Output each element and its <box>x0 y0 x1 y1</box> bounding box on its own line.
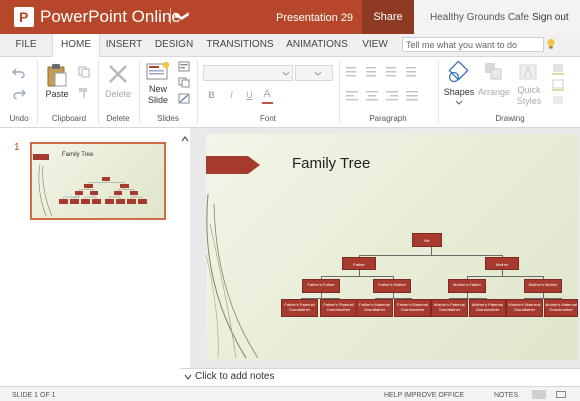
tree-node-father[interactable]: Father <box>342 257 376 270</box>
notes-pane: Click to add notes <box>180 368 580 387</box>
tree-connector <box>359 255 502 256</box>
tree-node-grandparent[interactable]: Father's Mother <box>373 279 411 293</box>
user-name[interactable]: Healthy Grounds Cafe <box>430 12 529 23</box>
group-label-slides: Slides <box>157 114 179 123</box>
tree-connector <box>321 276 393 277</box>
group-label-clipboard: Clipboard <box>51 114 87 123</box>
group-label-undo: Undo <box>9 114 29 123</box>
group-label-delete: Delete <box>106 114 130 123</box>
tab-transitions[interactable]: TRANSITIONS <box>206 34 274 56</box>
user-bar: Healthy Grounds Cafe Sign out <box>414 0 580 34</box>
group-label-font: Font <box>259 114 276 123</box>
ribbon: Undo Paste Clipboard Delete Delete New S… <box>0 57 580 128</box>
thumbnail-number: 1 <box>14 142 20 153</box>
slide-sorter-icon[interactable] <box>556 391 566 398</box>
normal-view-icon[interactable] <box>532 390 546 399</box>
tab-insert[interactable]: INSERT <box>102 34 146 56</box>
quick-styles-label-2[interactable]: Styles <box>512 96 546 106</box>
app-name[interactable]: PowerPoint Online <box>40 7 181 27</box>
help-improve-link[interactable]: HELP IMPROVE OFFICE <box>384 392 464 399</box>
tree-node-grandparent[interactable]: Father's Father <box>302 279 340 293</box>
lightbulb-icon[interactable] <box>546 38 556 50</box>
italic-button[interactable]: I <box>227 90 236 100</box>
arrange-icon[interactable] <box>483 61 505 83</box>
tree-node-great-grandparent[interactable]: Father's Maternal Grandmother <box>394 299 431 317</box>
tree-node-grandparent[interactable]: Mother's Mother <box>524 279 562 293</box>
new-slide-icon[interactable] <box>146 61 170 81</box>
tree-node-great-grandparent[interactable]: Mother's Paternal Grandfather <box>431 299 468 317</box>
shapes-icon[interactable] <box>447 61 471 83</box>
tree-node-grandparent[interactable]: Mother's Father <box>448 279 486 293</box>
powerpoint-logo-icon[interactable]: P <box>14 7 34 27</box>
hide-slide-icon[interactable] <box>178 93 190 104</box>
pane-divider <box>180 128 190 386</box>
tab-animations[interactable]: ANIMATIONS <box>284 34 350 56</box>
group-label-drawing: Drawing <box>495 114 525 123</box>
tree-node-great-grandparent[interactable]: Mother's Maternal Grandfather <box>506 299 543 317</box>
document-title[interactable]: Presentation 29 <box>276 12 353 24</box>
slide-editor-area: Family Tree Me Father Mother Father's Fa… <box>190 128 580 368</box>
scroll-up-icon[interactable] <box>181 136 189 142</box>
ribbon-divider <box>98 61 99 123</box>
quick-styles-label-1[interactable]: Quick <box>512 85 546 95</box>
font-color-button[interactable]: A <box>262 88 272 100</box>
tab-design[interactable]: DESIGN <box>152 34 196 56</box>
tree-connector <box>431 247 432 255</box>
app-menu-chevron-icon[interactable]: ❯ <box>170 8 191 24</box>
paste-icon[interactable] <box>46 63 68 87</box>
new-slide-label-2[interactable]: Slide <box>142 95 174 105</box>
copy-icon[interactable] <box>78 66 90 78</box>
font-color-swatch <box>262 102 273 104</box>
tree-connector <box>467 276 543 277</box>
title-arrow-icon <box>206 156 260 174</box>
quick-styles-icon[interactable] <box>518 61 540 83</box>
ribbon-divider <box>438 61 439 123</box>
status-bar: SLIDE 1 OF 1 HELP IMPROVE OFFICE NOTES <box>0 386 580 401</box>
tree-node-great-grandparent[interactable]: Father's Paternal Grandmother <box>320 299 357 317</box>
slide-count: SLIDE 1 OF 1 <box>12 392 56 399</box>
tree-node-great-grandparent[interactable]: Mother's Paternal Grandmother <box>469 299 506 317</box>
arrange-label[interactable]: Arrange <box>476 87 512 97</box>
font-name-select[interactable] <box>203 65 293 81</box>
paragraph-controls-icon[interactable] <box>346 67 436 107</box>
tree-node-great-grandparent[interactable]: Mother's Maternal Grandmother <box>544 299 578 317</box>
notes-placeholder[interactable]: Click to add notes <box>195 371 275 382</box>
tell-me-search-input[interactable]: Tell me what you want to do <box>402 37 544 52</box>
format-painter-icon[interactable] <box>78 87 90 99</box>
chevron-down-icon[interactable] <box>184 374 192 380</box>
shape-fill-outline-icon[interactable] <box>549 62 569 108</box>
chevron-down-icon <box>455 100 463 105</box>
underline-button[interactable]: U <box>245 90 254 100</box>
tab-view[interactable]: VIEW <box>360 34 390 56</box>
slide-canvas[interactable]: Family Tree Me Father Mother Father's Fa… <box>206 134 578 360</box>
undo-icon[interactable] <box>12 66 26 78</box>
duplicate-slide-icon[interactable] <box>178 77 190 88</box>
ribbon-divider <box>37 61 38 123</box>
bold-button[interactable]: B <box>207 90 216 100</box>
share-button[interactable]: Share <box>362 0 414 34</box>
shapes-label[interactable]: Shapes <box>442 87 476 97</box>
tree-node-great-grandparent[interactable]: Father's Maternal Grandfather <box>356 299 393 317</box>
tree-node-great-grandparent[interactable]: Father's Paternal Grandfather <box>281 299 318 317</box>
ribbon-tabs: FILE HOME INSERT DESIGN TRANSITIONS ANIM… <box>0 34 580 57</box>
tree-node-mother[interactable]: Mother <box>485 257 519 270</box>
paste-label[interactable]: Paste <box>40 89 74 99</box>
thumbnail-tree-preview <box>38 163 147 217</box>
group-label-paragraph: Paragraph <box>369 114 407 123</box>
sign-out-link[interactable]: Sign out <box>532 12 569 23</box>
slide-thumbnail-1[interactable]: Family Tree <box>30 142 166 220</box>
layout-icon[interactable] <box>178 61 190 72</box>
tree-node-me[interactable]: Me <box>412 233 442 247</box>
delete-label[interactable]: Delete <box>100 89 136 99</box>
chevron-down-icon <box>314 71 322 76</box>
slide-thumbnail-pane: 1 Family Tree <box>0 128 180 386</box>
tab-home[interactable]: HOME <box>52 34 100 57</box>
new-slide-label-1[interactable]: New <box>142 84 174 94</box>
chevron-down-icon <box>282 71 290 76</box>
delete-icon[interactable] <box>107 63 129 85</box>
notes-toggle[interactable]: NOTES <box>494 392 518 399</box>
redo-icon[interactable] <box>12 87 26 99</box>
slide-title[interactable]: Family Tree <box>292 155 370 172</box>
tab-file[interactable]: FILE <box>10 34 42 56</box>
